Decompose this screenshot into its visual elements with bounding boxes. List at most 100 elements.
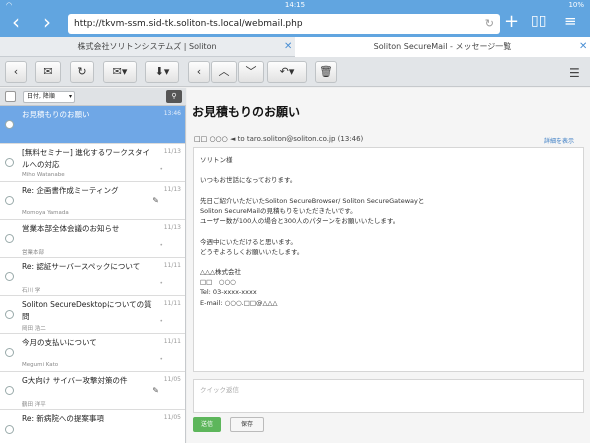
- body-line: 先日ご紹介いただいたSoliton SecureBrowser/ Soliton…: [200, 196, 425, 205]
- list-item[interactable]: お見積もりのお願い 13:46: [0, 106, 185, 144]
- message-date: 11/11: [163, 262, 181, 269]
- folder-move-icon: ⬇▾: [154, 65, 170, 78]
- message-date: 11/13: [163, 186, 181, 193]
- body-line: Tel: 03-xxxx-xxxx: [200, 288, 257, 297]
- send-button[interactable]: 送信: [193, 417, 221, 432]
- body-line: □□ ○○○: [200, 278, 236, 287]
- list-item[interactable]: G大向け サイバー攻撃対策の件 11/05 鶴田 洋平 ✎: [0, 372, 185, 410]
- menu-icon[interactable]: ≡: [564, 12, 577, 30]
- select-all-checkbox[interactable]: [5, 91, 16, 102]
- body-line: [200, 165, 577, 175]
- trash-icon: 🗑: [319, 65, 333, 78]
- body-line: 今週中にいただけると思います。: [200, 237, 297, 246]
- row-checkbox[interactable]: [5, 234, 14, 243]
- body-line: ユーザー数が100人の場合と300人のパターンをお願いいたします。: [200, 217, 400, 226]
- row-checkbox[interactable]: [5, 272, 14, 281]
- row-checkbox[interactable]: [5, 348, 14, 357]
- envelope-icon: ✉: [43, 65, 53, 78]
- tab-securemail[interactable]: Soliton SecureMail - メッセージ一覧: [295, 37, 590, 57]
- list-item[interactable]: Re: 認証サーバースペックについて 11/11 石川 学 •: [0, 258, 185, 296]
- move-menu-button[interactable]: ⬇▾: [145, 61, 179, 83]
- scroll-up-button[interactable]: ︿: [211, 61, 237, 83]
- list-item[interactable]: Re: 新病院への提案事項 11/05: [0, 410, 185, 443]
- message-list: お見積もりのお願い 13:46 [無料セミナー] 進化するワークスタイルへの対応 11…: [0, 106, 186, 443]
- reload-icon[interactable]: ↻: [485, 14, 494, 34]
- message-sender: Megumi Kato: [22, 362, 59, 368]
- status-bar: ◠ 14:15 10%: [0, 0, 590, 10]
- chevron-up-icon: ︿: [218, 65, 230, 78]
- message-subject: G大向け サイバー攻撃対策の件: [22, 376, 128, 385]
- sort-select[interactable]: 日付, 降順 ▾: [23, 91, 75, 103]
- unread-dot: •: [159, 166, 163, 173]
- tab-label: Soliton SecureMail - メッセージ一覧: [373, 42, 512, 51]
- sort-label: 日付, 降順: [27, 93, 55, 100]
- message-body: ソリトン様 いつもお世話になっております。 先日ご紹介いただいたSoliton Se…: [193, 147, 584, 372]
- url-text: http://tkvm-ssm.sid-tk.soliton-ts.local/…: [74, 19, 303, 29]
- body-line: E-mail: ○○○.□□@△△△: [200, 298, 278, 307]
- status-time: 14:15: [284, 1, 306, 9]
- unread-dot: •: [159, 242, 163, 249]
- list-item[interactable]: 営業本部全体会議のお知らせ 11/13 営業本部 •: [0, 220, 185, 258]
- message-date: 11/05: [163, 376, 181, 383]
- row-checkbox[interactable]: [5, 425, 14, 434]
- options-menu-icon[interactable]: ☰: [569, 66, 580, 80]
- body-line: [200, 226, 577, 236]
- row-checkbox[interactable]: [5, 310, 14, 319]
- save-button[interactable]: 保存: [230, 417, 264, 432]
- list-item[interactable]: Soliton SecureDesktopについての質問 11/11 岡田 浩二 •: [0, 296, 185, 334]
- search-icon: ⚲: [171, 92, 177, 100]
- mark-menu-button[interactable]: ✉▾: [103, 61, 137, 83]
- reply-menu-button[interactable]: ↶▾: [267, 61, 307, 83]
- row-checkbox[interactable]: [5, 386, 14, 395]
- show-details-link[interactable]: 詳細を表示: [544, 136, 574, 145]
- message-subject: [無料セミナー] 進化するワークスタイルへの対応: [22, 148, 151, 169]
- message-date: 11/11: [163, 338, 181, 345]
- message-date: 11/11: [163, 300, 181, 307]
- tab-bar: 株式会社ソリトンシステムズ | Soliton ✕ Soliton Secure…: [0, 37, 590, 57]
- add-tab-icon[interactable]: +: [504, 11, 519, 32]
- message-sender: 営業本部: [22, 250, 45, 256]
- forward-arrow-icon[interactable]: ›: [43, 12, 51, 32]
- message-sender: Momoya Yamada: [22, 210, 69, 216]
- message-date: 13:46: [163, 110, 181, 117]
- tab-soliton-home[interactable]: 株式会社ソリトンシステムズ | Soliton: [0, 37, 294, 57]
- refresh-icon: ↻: [77, 65, 87, 78]
- message-header: □□ ○○○ ◄ to taro.soliton@soliton.co.jp (…: [194, 135, 364, 143]
- row-checkbox[interactable]: [5, 120, 14, 129]
- list-item[interactable]: 今月の支払いについて 11/11 Megumi Kato •: [0, 334, 185, 372]
- previous-message-button[interactable]: ‹: [188, 61, 210, 83]
- refresh-button[interactable]: ↻: [70, 61, 94, 83]
- message-date: 11/05: [163, 414, 181, 421]
- message-sender: 石川 学: [22, 288, 41, 294]
- list-item[interactable]: [無料セミナー] 進化するワークスタイルへの対応 11/13 Miho Watana…: [0, 144, 185, 182]
- search-button[interactable]: ⚲: [166, 90, 182, 103]
- body-line: Soliton SecureMailの見積もりをいただきたいです。: [200, 206, 357, 215]
- message-sender: 鶴田 洋平: [22, 402, 46, 408]
- message-subject: 営業本部全体会議のお知らせ: [22, 224, 120, 233]
- open-envelope-icon: ✉▾: [112, 65, 128, 78]
- message-title: お見積もりのお願い: [192, 105, 301, 119]
- chevron-down-icon: ▾: [68, 93, 72, 100]
- close-tab-icon[interactable]: ✕: [284, 37, 292, 57]
- url-field[interactable]: http://tkvm-ssm.sid-tk.soliton-ts.local/…: [68, 14, 500, 34]
- bookmarks-icon[interactable]: ▯▯: [531, 13, 546, 29]
- row-checkbox[interactable]: [5, 196, 14, 205]
- chevron-left-icon: ‹: [13, 65, 19, 78]
- attachment-icon: ✎: [152, 386, 159, 395]
- unread-dot: •: [159, 280, 163, 287]
- list-item[interactable]: Re: 企画書作成ミーティング 11/13 Momoya Yamada ✎: [0, 182, 185, 220]
- scroll-down-button[interactable]: ﹀: [238, 61, 264, 83]
- message-subject: Re: 企画書作成ミーティング: [22, 186, 119, 195]
- close-tab-icon[interactable]: ✕: [579, 37, 587, 57]
- quick-reply-field[interactable]: クイック返信: [193, 379, 584, 413]
- back-arrow-icon[interactable]: ‹: [12, 12, 20, 32]
- body-line: [200, 186, 577, 196]
- back-button[interactable]: ‹: [5, 61, 27, 83]
- row-checkbox[interactable]: [5, 158, 14, 167]
- compose-button[interactable]: ✉: [35, 61, 61, 83]
- attachment-icon: ✎: [152, 196, 159, 205]
- body-line: ソリトン様: [200, 156, 233, 164]
- delete-button[interactable]: 🗑: [315, 61, 337, 83]
- unread-dot: •: [159, 356, 163, 363]
- message-subject: お見積もりのお願い: [22, 110, 90, 119]
